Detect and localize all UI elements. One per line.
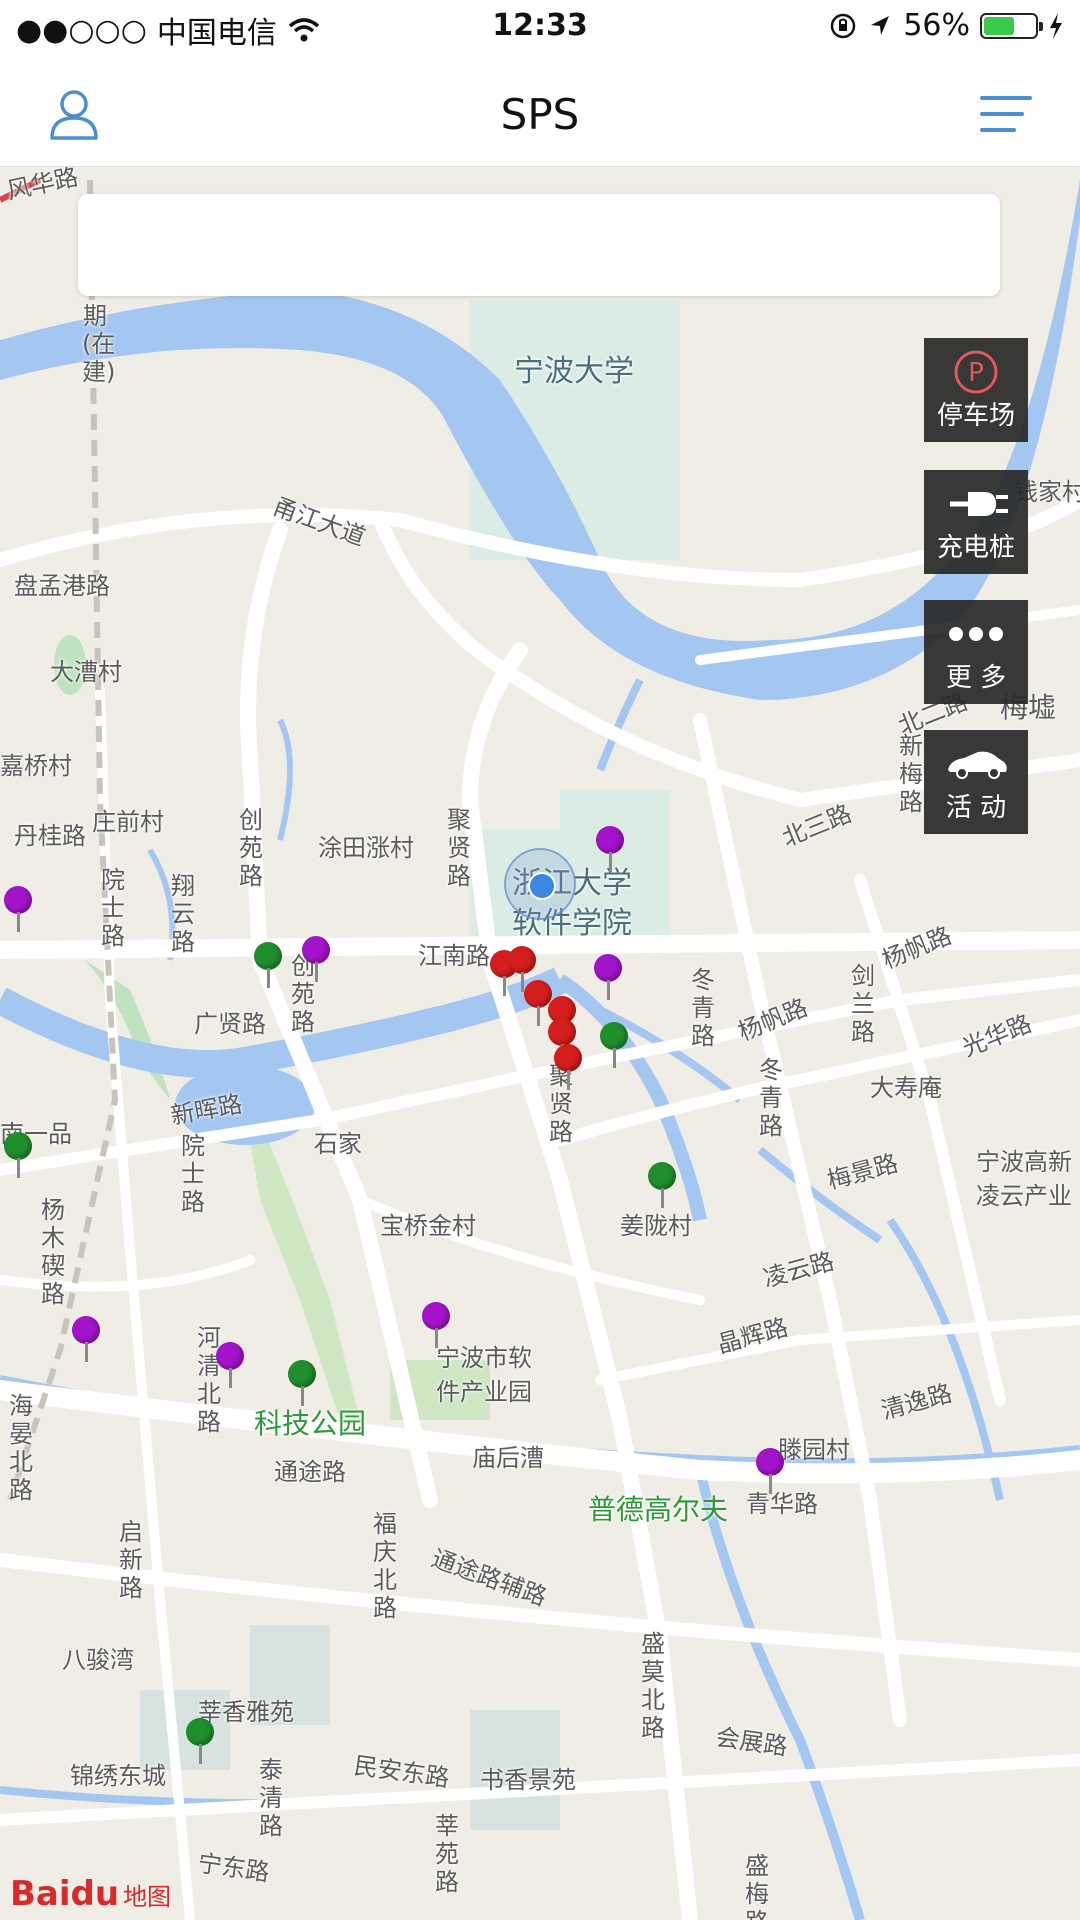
battery-percent: 56% (903, 8, 970, 43)
parking-lot-label: 停车场 (936, 401, 1015, 431)
charging-plug-icon (950, 492, 1008, 516)
map-label-shengmo-north-road: 盛莫北路 (641, 1630, 665, 1742)
map-label-dongqing-road-2: 冬青路 (759, 1056, 783, 1140)
map-pin-parking-available[interactable] (302, 936, 330, 982)
charging-bolt-icon (1050, 12, 1062, 39)
map-label-taiqing-road: 泰清路 (259, 1756, 283, 1840)
map-label-bajunwan: 八骏湾 (62, 1646, 134, 1674)
map-pin-charging-station[interactable] (4, 1132, 32, 1178)
map-label-dangui-road: 丹桂路 (14, 822, 86, 850)
activity-button[interactable]: 活 动 (924, 730, 1028, 834)
map-label-yuanshi-road: 院士路 (101, 866, 125, 950)
map-label-miaohoucao: 庙后漕 (472, 1444, 544, 1472)
map-label-xiangyun-road: 翔云路 (171, 872, 195, 956)
map-pin-parking-available[interactable] (4, 886, 32, 932)
map-pin-charging-station[interactable] (254, 942, 282, 988)
navigation-bar: SPS (0, 56, 1080, 167)
map-label-jianlan-road: 剑兰路 (851, 962, 875, 1046)
page-title: SPS (500, 90, 580, 139)
rotation-lock-icon (831, 13, 856, 38)
map-label-ruanjian-park-1: 宁波市软 (436, 1344, 532, 1372)
map-label-jiangnan-road: 江南路 (418, 942, 490, 970)
charging-station-label: 充电桩 (936, 533, 1015, 563)
map-label-jiaqiao-village: 嘉桥村 (0, 752, 72, 780)
map-view[interactable]: 宁波大学 甬江大道 盘孟港路 大漕村 嘉桥村 丹桂路 庄前村 涂田涨村 浙江大学… (0, 166, 1080, 1920)
map-label-jianglong-village: 姜陇村 (620, 1212, 692, 1240)
map-label-dashouan: 大寿庵 (870, 1074, 942, 1102)
map-label-ningbo-university: 宁波大学 (514, 354, 634, 389)
search-input[interactable] (78, 194, 1000, 296)
map-label-tengyuan-village: 滕园村 (778, 1436, 850, 1464)
map-label-puder-golf: 普德高尔夫 (588, 1493, 729, 1526)
more-button[interactable]: 更 多 (924, 600, 1028, 704)
car-icon (948, 751, 1007, 779)
map-label-ruanjian-park-2: 件产业园 (436, 1378, 532, 1406)
map-label-tutianzhang-village: 涂田涨村 (318, 834, 414, 862)
map-pin-parking-available[interactable] (594, 954, 622, 1000)
map-pin-parking-available[interactable] (216, 1342, 244, 1388)
map-pin-parking-available[interactable] (422, 1302, 450, 1348)
parking-icon: P (954, 350, 998, 394)
map-label-ningbo-gaoxin-1: 宁波高新 (976, 1148, 1072, 1176)
map-pin-charging-station[interactable] (648, 1162, 676, 1208)
map-pin-parking-available[interactable] (756, 1448, 784, 1494)
map-pin-charging-station[interactable] (186, 1718, 214, 1764)
map-pin-charging-station[interactable] (288, 1360, 316, 1406)
map-label-chuangyuan-road: 创苑路 (239, 806, 263, 890)
map-label-shuxiang-garden: 书香景苑 (480, 1766, 576, 1794)
map-pin-parking-full[interactable] (554, 1044, 582, 1090)
parking-lot-button[interactable]: P 停车场 (924, 338, 1028, 442)
map-label-shengmei-road: 盛梅路 (745, 1852, 769, 1920)
map-label-fuqing-north-road: 福庆北路 (373, 1510, 397, 1622)
map-label-dacao-village: 大漕村 (50, 658, 122, 686)
current-location-marker (504, 848, 576, 920)
map-label-juxian-road: 聚贤路 (447, 806, 471, 890)
map-label-zhuangqian-village: 庄前村 (92, 808, 164, 836)
map-label-xinyuan-road: 莘苑路 (435, 1812, 459, 1896)
map-label-guangxian-road: 广贤路 (194, 1010, 266, 1038)
more-dots-icon (949, 627, 1003, 641)
map-label-baoqiao-village: 宝桥金村 (380, 1212, 476, 1240)
map-label-tongtu-road: 通途路 (274, 1458, 346, 1486)
status-bar: ●●○○○ 中国电信 12:33 56% (0, 0, 1080, 56)
map-label-ningbo-gaoxin-2: 凌云产业 (976, 1182, 1072, 1210)
map-label-jinxiu-dongcheng: 锦绣东城 (70, 1762, 166, 1790)
baidu-map-logo: Baidu 地图 (10, 1874, 172, 1914)
charging-station-button[interactable]: 充电桩 (924, 470, 1028, 574)
map-label-shijia: 石家 (314, 1130, 362, 1158)
map-label-yuanshi-road-2: 院士路 (181, 1132, 205, 1216)
map-pin-charging-station[interactable] (600, 1022, 628, 1068)
map-label-yangmu-road: 杨木碶路 (41, 1196, 65, 1308)
map-base-layer (0, 177, 1080, 1920)
map-pin-parking-available[interactable] (72, 1316, 100, 1362)
map-label-construction: 期(在建) (82, 302, 116, 386)
map-label-panmeng-road: 盘孟港路 (14, 572, 110, 600)
map-label-qixin-road: 启新路 (119, 1518, 143, 1602)
battery-icon (980, 12, 1043, 39)
more-label: 更 多 (945, 663, 1007, 693)
menu-icon[interactable] (980, 92, 1036, 136)
map-label-haiyan-north-road: 海晏北路 (9, 1392, 33, 1504)
map-label-xinmei-road: 新梅路 (899, 732, 923, 816)
map-pin-parking-available[interactable] (596, 826, 624, 872)
map-label-keji-park: 科技公园 (254, 1407, 367, 1440)
activity-label: 活 动 (945, 793, 1007, 823)
svg-text:P: P (968, 358, 984, 388)
map-label-dongqing-road: 冬青路 (691, 966, 715, 1050)
location-arrow-icon (871, 15, 890, 35)
